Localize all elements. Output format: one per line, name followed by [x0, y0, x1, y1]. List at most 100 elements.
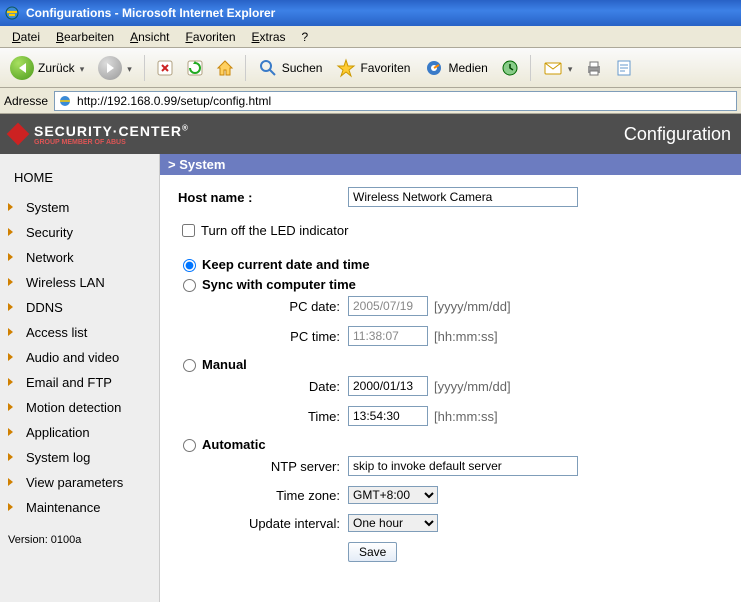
sidebar-item-label: View parameters: [26, 475, 123, 490]
sidebar-item-wireless-lan[interactable]: Wireless LAN: [4, 270, 155, 295]
pc-time-field: [348, 326, 428, 346]
sidebar-item-motion-detection[interactable]: Motion detection: [4, 395, 155, 420]
man-date-input[interactable]: [348, 376, 428, 396]
dt-manual-radio[interactable]: [183, 359, 196, 372]
sidebar-item-label: Motion detection: [26, 400, 121, 415]
arrow-icon: [8, 353, 18, 363]
menu-file[interactable]: Datei: [4, 28, 48, 46]
print-button[interactable]: [582, 56, 606, 80]
sidebar-item-label: Email and FTP: [26, 375, 112, 390]
sidebar-item-label: Maintenance: [26, 500, 100, 515]
back-label: Zurück: [38, 61, 75, 75]
media-button[interactable]: Medien: [420, 56, 491, 80]
sidebar-item-maintenance[interactable]: Maintenance: [4, 495, 155, 520]
ntp-input[interactable]: [348, 456, 578, 476]
sidebar-item-security[interactable]: Security: [4, 220, 155, 245]
menu-bar: Datei Bearbeiten Ansicht Favoriten Extra…: [0, 26, 741, 48]
arrow-icon: [8, 203, 18, 213]
forward-dropdown-caret[interactable]: [126, 61, 132, 75]
sidebar-item-label: System log: [26, 450, 90, 465]
page-icon: [57, 93, 73, 109]
arrow-icon: [8, 428, 18, 438]
sidebar-item-system[interactable]: System: [4, 195, 155, 220]
search-label: Suchen: [282, 61, 323, 75]
sidebar-item-label: Application: [26, 425, 90, 440]
favorites-button[interactable]: Favoriten: [332, 56, 414, 80]
forward-button[interactable]: [94, 54, 136, 82]
mail-dropdown-caret[interactable]: [567, 61, 573, 75]
sidebar-item-application[interactable]: Application: [4, 420, 155, 445]
arrow-icon: [8, 478, 18, 488]
back-dropdown-caret[interactable]: [79, 61, 85, 75]
home-button[interactable]: [213, 56, 237, 80]
dt-keep-radio[interactable]: [183, 259, 196, 272]
sidebar-item-label: Security: [26, 225, 73, 240]
forward-icon: [98, 56, 122, 80]
save-button[interactable]: Save: [348, 542, 397, 562]
arrow-icon: [8, 253, 18, 263]
man-time-input[interactable]: [348, 406, 428, 426]
dt-keep-label: Keep current date and time: [202, 257, 370, 272]
app-header: SECURITY·CENTER® GROUP MEMBER OF ABUS Co…: [0, 114, 741, 154]
dt-auto-radio[interactable]: [183, 439, 196, 452]
sidebar-home[interactable]: HOME: [4, 164, 155, 195]
sidebar-item-access-list[interactable]: Access list: [4, 320, 155, 345]
arrow-icon: [8, 278, 18, 288]
media-icon: [424, 58, 444, 78]
version-label: Version: 0100a: [4, 534, 155, 546]
menu-extras[interactable]: Extras: [244, 28, 294, 46]
sidebar-item-label: Network: [26, 250, 74, 265]
sidebar-item-network[interactable]: Network: [4, 245, 155, 270]
refresh-button[interactable]: [183, 56, 207, 80]
sidebar-item-system-log[interactable]: System log: [4, 445, 155, 470]
sidebar-item-ddns[interactable]: DDNS: [4, 295, 155, 320]
hostname-label: Host name :: [178, 190, 348, 205]
dt-manual-label: Manual: [202, 357, 247, 372]
separator: [144, 55, 145, 81]
sidebar-item-label: Audio and video: [26, 350, 119, 365]
separator: [245, 55, 246, 81]
sidebar-item-label: DDNS: [26, 300, 63, 315]
arrow-icon: [8, 503, 18, 513]
menu-view[interactable]: Ansicht: [122, 28, 177, 46]
sidebar-item-label: Access list: [26, 325, 87, 340]
sidebar-item-view-parameters[interactable]: View parameters: [4, 470, 155, 495]
pc-time-hint: [hh:mm:ss]: [434, 329, 498, 344]
separator: [530, 55, 531, 81]
menu-help[interactable]: ?: [294, 28, 317, 46]
menu-edit[interactable]: Bearbeiten: [48, 28, 122, 46]
tz-label: Time zone:: [178, 488, 348, 503]
sidebar-item-audio-and-video[interactable]: Audio and video: [4, 345, 155, 370]
arrow-icon: [8, 328, 18, 338]
menu-favorites[interactable]: Favoriten: [177, 28, 243, 46]
hostname-input[interactable]: [348, 187, 578, 207]
address-box[interactable]: [54, 91, 737, 111]
tz-select[interactable]: GMT+8:00: [348, 486, 438, 504]
stop-button[interactable]: [153, 56, 177, 80]
arrow-icon: [8, 453, 18, 463]
window-title: Configurations - Microsoft Internet Expl…: [26, 6, 275, 20]
mail-button[interactable]: [539, 58, 577, 78]
interval-select[interactable]: One hour: [348, 514, 438, 532]
back-button[interactable]: Zurück: [6, 54, 88, 82]
edit-button[interactable]: [612, 56, 636, 80]
section-title: > System: [160, 154, 741, 175]
ie-icon: [4, 5, 20, 21]
brand-logo: SECURITY·CENTER® GROUP MEMBER OF ABUS: [10, 123, 189, 146]
led-checkbox[interactable]: [182, 224, 195, 237]
mail-icon: [543, 60, 563, 76]
main-panel: > System Host name : Turn off the LED in…: [160, 154, 741, 602]
window-titlebar: Configurations - Microsoft Internet Expl…: [0, 0, 741, 26]
sidebar: HOME System Security Network Wireless LAN DD…: [0, 154, 160, 602]
sidebar-item-label: Wireless LAN: [26, 275, 105, 290]
man-time-label: Time:: [178, 409, 348, 424]
sidebar-item-email-and-ftp[interactable]: Email and FTP: [4, 370, 155, 395]
back-icon: [10, 56, 34, 80]
man-time-hint: [hh:mm:ss]: [434, 409, 498, 424]
man-date-hint: [yyyy/mm/dd]: [434, 379, 511, 394]
url-input[interactable]: [73, 94, 736, 108]
dt-sync-radio[interactable]: [183, 279, 196, 292]
pc-date-label: PC date:: [178, 299, 348, 314]
search-button[interactable]: Suchen: [254, 56, 327, 80]
history-button[interactable]: [498, 56, 522, 80]
